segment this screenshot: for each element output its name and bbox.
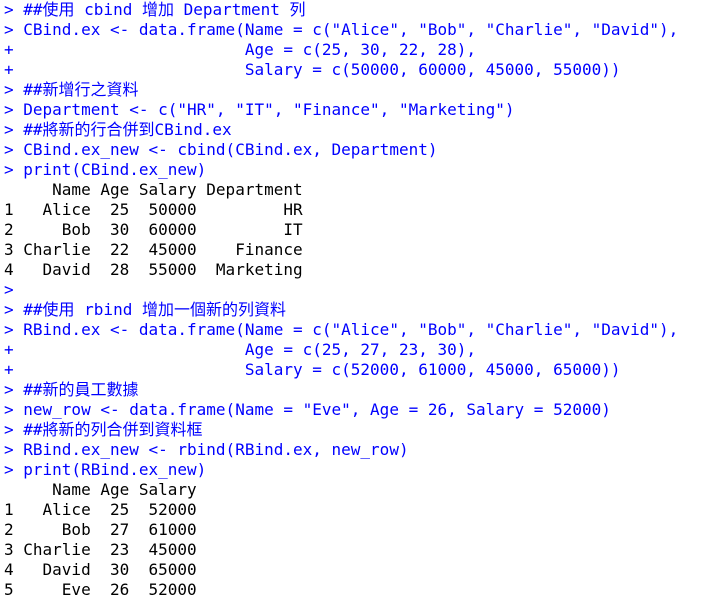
console-output-text: 2 Bob 27 61000: [4, 520, 197, 539]
console-prompt: >: [4, 80, 24, 99]
console-command-line: > Department <- c("HR", "IT", "Finance",…: [0, 100, 720, 120]
console-output-text: 4 David 28 55000 Marketing: [4, 260, 303, 279]
console-prompt: >: [4, 300, 24, 319]
console-command-line: + Age = c(25, 30, 22, 28),: [0, 40, 720, 60]
console-prompt: >: [4, 0, 24, 19]
console-output-line: 5 Eve 26 52000: [0, 580, 720, 600]
console-command-text: ##將新的行合併到CBind.ex: [23, 120, 232, 139]
console-output-text: 3 Charlie 22 45000 Finance: [4, 240, 303, 259]
console-command-line: + Age = c(25, 27, 23, 30),: [0, 340, 720, 360]
console-command-line: + Salary = c(52000, 61000, 45000, 65000)…: [0, 360, 720, 380]
console-output-line: 3 Charlie 22 45000 Finance: [0, 240, 720, 260]
console-command-text: new_row <- data.frame(Name = "Eve", Age …: [23, 400, 611, 419]
console-output-line: Name Age Salary Department: [0, 180, 720, 200]
console-command-text: ##新的員工數據: [23, 380, 139, 399]
console-command-line: > RBind.ex <- data.frame(Name = c("Alice…: [0, 320, 720, 340]
console-command-text: ##將新的列合併到資料框: [23, 420, 203, 439]
console-output-text: 2 Bob 30 60000 IT: [4, 220, 303, 239]
console-output-line: 2 Bob 30 60000 IT: [0, 220, 720, 240]
console-command-line: > ##將新的列合併到資料框: [0, 420, 720, 440]
console-prompt: +: [4, 60, 24, 79]
console-command-line: > ##新的員工數據: [0, 380, 720, 400]
console-prompt: +: [4, 40, 24, 59]
console-prompt: >: [4, 440, 24, 459]
console-output-line: 4 David 30 65000: [0, 560, 720, 580]
console-prompt: >: [4, 120, 24, 139]
console-command-line: > RBind.ex_new <- rbind(RBind.ex, new_ro…: [0, 440, 720, 460]
console-command-text: Department <- c("HR", "IT", "Finance", "…: [23, 100, 515, 119]
r-console[interactable]: > ##使用 cbind 增加 Department 列 > CBind.ex <…: [0, 0, 720, 600]
console-command-line: > print(RBind.ex_new): [0, 460, 720, 480]
console-output-line: 1 Alice 25 52000: [0, 500, 720, 520]
console-output-text: Name Age Salary: [4, 480, 197, 499]
console-output-line: Name Age Salary: [0, 480, 720, 500]
console-output-line: 3 Charlie 23 45000: [0, 540, 720, 560]
console-command-line: > CBind.ex <- data.frame(Name = c("Alice…: [0, 20, 720, 40]
console-command-text: RBind.ex_new <- rbind(RBind.ex, new_row): [23, 440, 409, 459]
console-command-text: Age = c(25, 27, 23, 30),: [23, 340, 477, 359]
console-prompt: >: [4, 280, 24, 299]
console-command-line: + Salary = c(50000, 60000, 45000, 55000)…: [0, 60, 720, 80]
console-command-line: >: [0, 280, 720, 300]
console-prompt: >: [4, 20, 24, 39]
console-command-text: CBind.ex_new <- cbind(CBind.ex, Departme…: [23, 140, 438, 159]
console-prompt: >: [4, 460, 24, 479]
console-command-text: Age = c(25, 30, 22, 28),: [23, 40, 477, 59]
console-output-text: 5 Eve 26 52000: [4, 580, 197, 599]
console-output-text: 4 David 30 65000: [4, 560, 197, 579]
console-output-text: 1 Alice 25 50000 HR: [4, 200, 303, 219]
console-command-line: > ##使用 rbind 增加一個新的列資料: [0, 300, 720, 320]
console-command-text: ##使用 cbind 增加 Department 列: [23, 0, 306, 19]
console-output-text: Name Age Salary Department: [4, 180, 303, 199]
console-command-text: ##新增行之資料: [23, 80, 139, 99]
console-output-text: 1 Alice 25 52000: [4, 500, 197, 519]
console-prompt: >: [4, 420, 24, 439]
console-prompt: >: [4, 380, 24, 399]
console-command-line: > new_row <- data.frame(Name = "Eve", Ag…: [0, 400, 720, 420]
console-prompt: +: [4, 360, 24, 379]
console-output-line: 2 Bob 27 61000: [0, 520, 720, 540]
console-prompt: >: [4, 160, 24, 179]
console-command-line: > ##使用 cbind 增加 Department 列: [0, 0, 720, 20]
console-output-line: 4 David 28 55000 Marketing: [0, 260, 720, 280]
console-command-line: > print(CBind.ex_new): [0, 160, 720, 180]
console-command-line: > ##新增行之資料: [0, 80, 720, 100]
console-command-text: Salary = c(52000, 61000, 45000, 65000)): [23, 360, 621, 379]
console-command-line: > ##將新的行合併到CBind.ex: [0, 120, 720, 140]
console-prompt: >: [4, 400, 24, 419]
console-prompt: >: [4, 140, 24, 159]
console-command-text: RBind.ex <- data.frame(Name = c("Alice",…: [23, 320, 679, 339]
console-command-text: Salary = c(50000, 60000, 45000, 55000)): [23, 60, 621, 79]
console-prompt: >: [4, 320, 24, 339]
console-command-text: print(CBind.ex_new): [23, 160, 207, 179]
console-command-text: print(RBind.ex_new): [23, 460, 207, 479]
console-prompt: +: [4, 340, 24, 359]
console-prompt: >: [4, 100, 24, 119]
console-output-line: 1 Alice 25 50000 HR: [0, 200, 720, 220]
console-command-text: ##使用 rbind 增加一個新的列資料: [23, 300, 286, 319]
console-command-text: CBind.ex <- data.frame(Name = c("Alice",…: [23, 20, 679, 39]
console-command-line: > CBind.ex_new <- cbind(CBind.ex, Depart…: [0, 140, 720, 160]
console-output-text: 3 Charlie 23 45000: [4, 540, 197, 559]
